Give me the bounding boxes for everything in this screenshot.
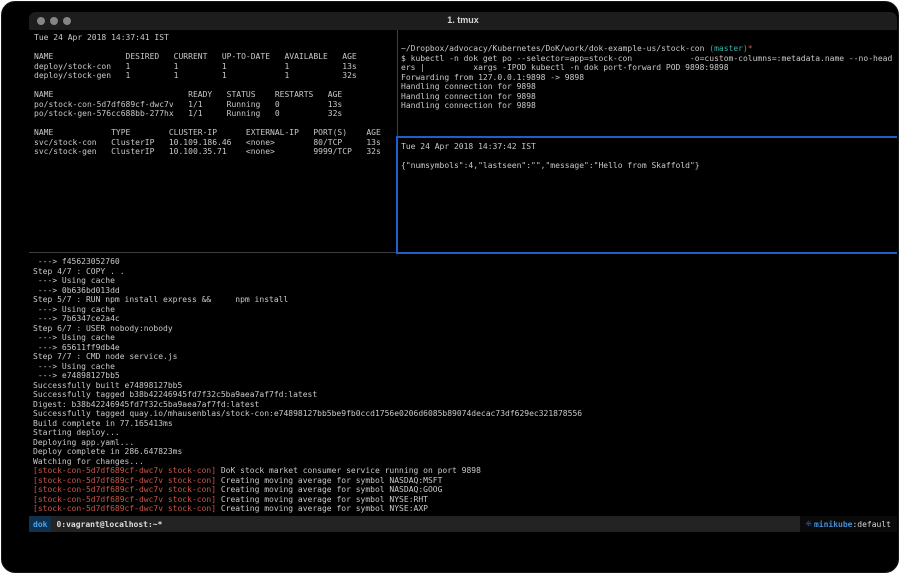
terminal-line: Handling connection for 9898 (401, 101, 895, 111)
pane-divider-horizontal (29, 252, 396, 253)
kube-context-label: minikube (814, 520, 853, 529)
window-titlebar: 1. tmux (29, 12, 897, 30)
terminal-line: svc/stock-con ClusterIP 10.109.186.46 <n… (34, 138, 395, 148)
terminal-line: Step 5/7 : RUN npm install express && np… (33, 295, 895, 305)
pane-service-watch[interactable]: Tue 24 Apr 2018 14:37:42 IST {"numsymbols… (401, 142, 895, 171)
terminal-line (34, 81, 395, 91)
terminal-line: ---> Using cache (33, 305, 895, 315)
terminal-line: NAME TYPE CLUSTER-IP EXTERNAL-IP PORT(S)… (34, 128, 395, 138)
terminal-line: [stock-con-5d7df689cf-dwc7v stock-con] C… (33, 476, 895, 486)
terminal-line: Step 7/7 : CMD node service.js (33, 352, 895, 362)
pane-divider-vertical (397, 30, 398, 136)
terminal-line: Watching for changes... (33, 457, 895, 467)
terminal-line: ~/Dropbox/advocacy/Kubernetes/DoK/work/d… (401, 44, 895, 54)
terminal-line: Deploying app.yaml... (33, 438, 895, 448)
window-title: 1. tmux (29, 15, 897, 25)
helm-icon: ⎈ (806, 519, 812, 529)
terminal-line: [stock-con-5d7df689cf-dwc7v stock-con] C… (33, 495, 895, 505)
screenshot-frame: 1. tmux Tue 24 Apr 2018 14:37:41 IST NAME… (1, 1, 899, 573)
terminal-line: svc/stock-gen ClusterIP 10.100.35.71 <no… (34, 147, 395, 157)
kube-context-segment: ⎈ minikube :default (800, 516, 897, 532)
terminal-line: Successfully built e74898127bb5 (33, 381, 895, 391)
terminal-line: ---> 7b6347ce2a4c (33, 314, 895, 324)
terminal-line: $ kubectl -n dok get po --selector=app=s… (401, 54, 895, 64)
terminal-line: po/stock-con-5d7df689cf-dwc7v 1/1 Runnin… (34, 100, 395, 110)
terminal-line (34, 43, 395, 53)
terminal-line (401, 152, 895, 162)
terminal-line: Tue 24 Apr 2018 14:37:41 IST (34, 33, 395, 43)
terminal-line: ---> 65611ff9db4e (33, 343, 895, 353)
terminal-line: NAME DESIRED CURRENT UP-TO-DATE AVAILABL… (34, 52, 395, 62)
active-pane-border-bottom (396, 252, 897, 254)
terminal-line: ---> Using cache (33, 362, 895, 372)
tmux-status-bar: dok 0:vagrant@localhost:~* ⎈ minikube :d… (29, 516, 897, 532)
terminal-line: {"numsymbols":4,"lastseen":"","message":… (401, 161, 895, 171)
active-pane-border-top (396, 136, 897, 138)
terminal-line: Forwarding from 127.0.0.1:9898 -> 9898 (401, 73, 895, 83)
terminal-line: Handling connection for 9898 (401, 92, 895, 102)
pane-skaffold-build-log[interactable]: ---> f45623052760Step 4/7 : COPY . . ---… (33, 257, 895, 514)
terminal-line: ers | xargs -IPOD kubectl -n dok port-fo… (401, 63, 895, 73)
terminal-line: Starting deploy... (33, 428, 895, 438)
terminal-line: po/stock-gen-576cc688bb-277hx 1/1 Runnin… (34, 109, 395, 119)
terminal-line (34, 119, 395, 129)
active-pane-border-left (396, 136, 398, 254)
terminal-line: Deploy complete in 286.647823ms (33, 447, 895, 457)
terminal-line: [stock-con-5d7df689cf-dwc7v stock-con] D… (33, 466, 895, 476)
terminal-line: Tue 24 Apr 2018 14:37:42 IST (401, 142, 895, 152)
terminal-line: deploy/stock-gen 1 1 1 1 32s (34, 71, 395, 81)
terminal-line: Step 6/7 : USER nobody:nobody (33, 324, 895, 334)
pane-port-forward[interactable]: ~/Dropbox/advocacy/Kubernetes/DoK/work/d… (401, 44, 895, 111)
terminal-line: deploy/stock-con 1 1 1 1 13s (34, 62, 395, 72)
terminal-line: Build complete in 77.165413ms (33, 419, 895, 429)
terminal-line: Step 4/7 : COPY . . (33, 267, 895, 277)
terminal-line: ---> Using cache (33, 333, 895, 343)
terminal-line: ---> 0b636bd013dd (33, 286, 895, 296)
terminal-line: Handling connection for 9898 (401, 82, 895, 92)
terminal-line: Successfully tagged quay.io/mhausenblas/… (33, 409, 895, 419)
terminal-line: NAME READY STATUS RESTARTS AGE (34, 90, 395, 100)
terminal-line: Digest: b38b42246945fd7f32c5ba9aea7af7fd… (33, 400, 895, 410)
terminal-line: Successfully tagged b38b42246945fd7f32c5… (33, 390, 895, 400)
terminal-line: ---> e74898127bb5 (33, 371, 895, 381)
window-tab[interactable]: 0:vagrant@localhost:~* (56, 520, 162, 529)
tmux-session: Tue 24 Apr 2018 14:37:41 IST NAME DESIRED… (29, 30, 897, 543)
terminal-line: ---> f45623052760 (33, 257, 895, 267)
terminal-line: [stock-con-5d7df689cf-dwc7v stock-con] C… (33, 504, 895, 514)
terminal-line: ---> Using cache (33, 276, 895, 286)
session-name-badge: dok (29, 516, 51, 532)
kube-namespace-label: :default (852, 520, 891, 529)
terminal-line: [stock-con-5d7df689cf-dwc7v stock-con] C… (33, 485, 895, 495)
pane-kubectl-watch[interactable]: Tue 24 Apr 2018 14:37:41 IST NAME DESIRED… (34, 33, 395, 157)
